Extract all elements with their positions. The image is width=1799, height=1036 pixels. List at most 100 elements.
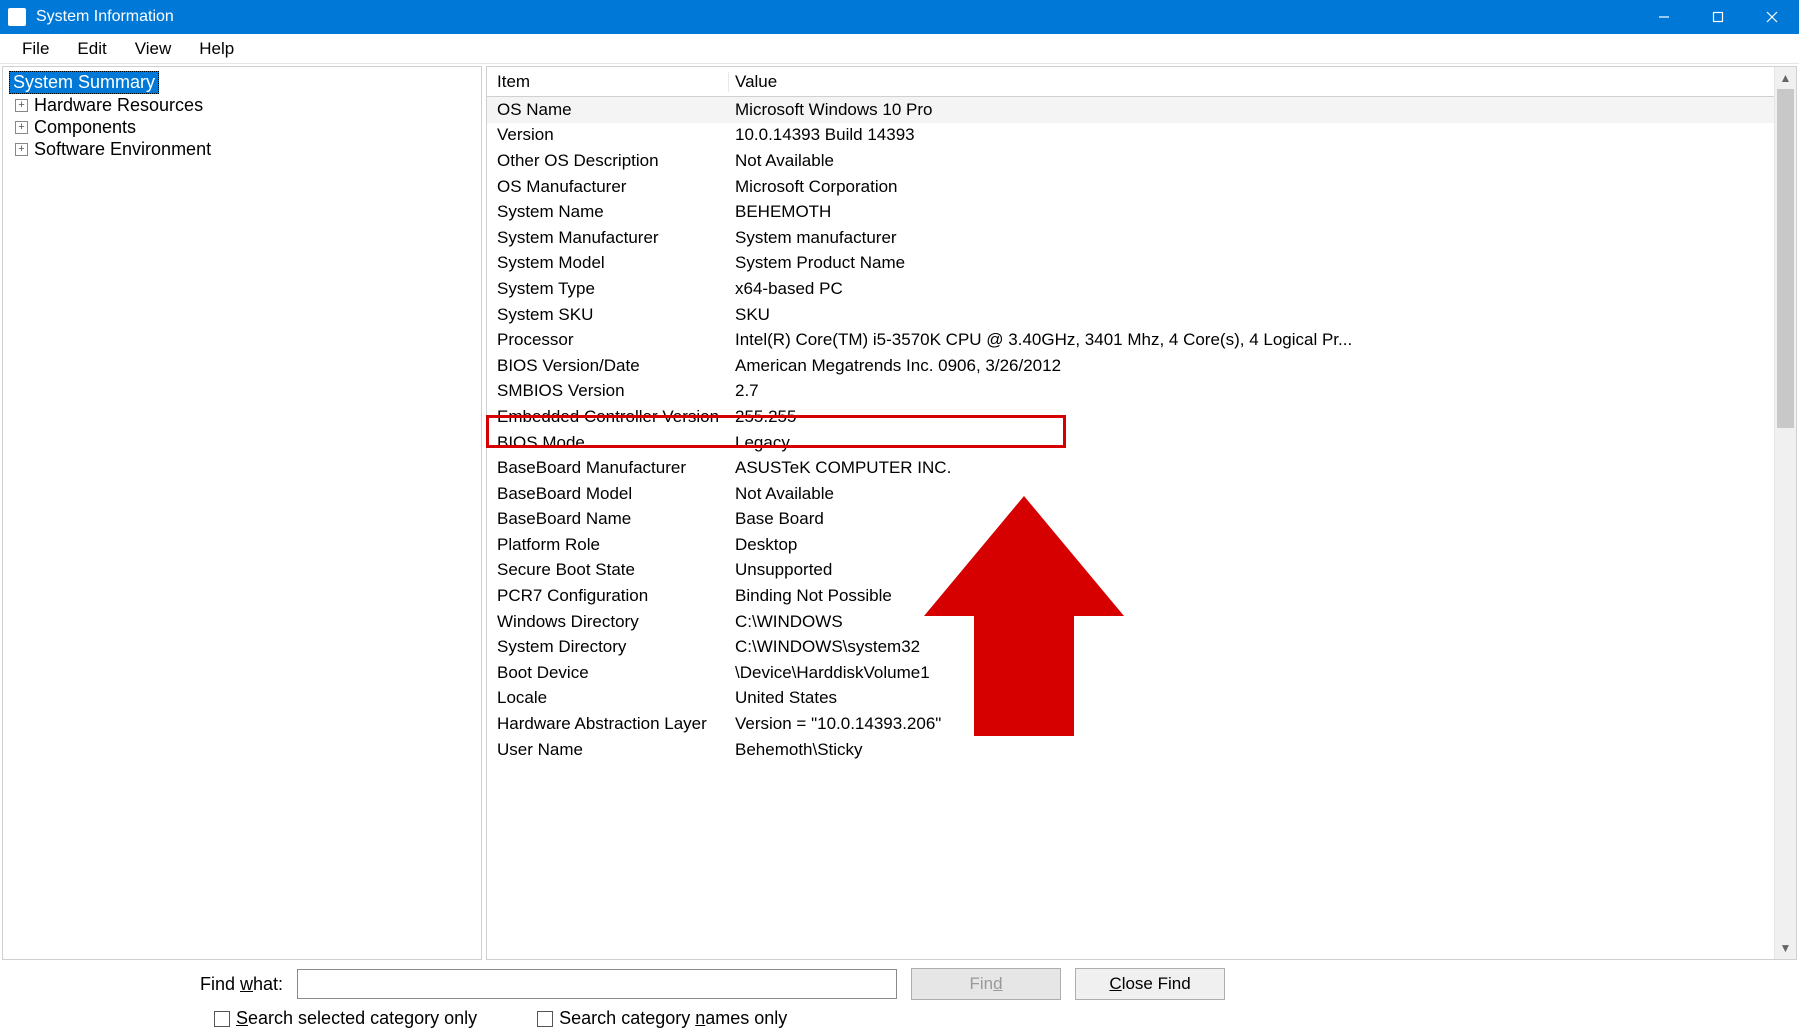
cell-value: Desktop bbox=[729, 535, 1774, 555]
tree-node[interactable]: + Hardware Resources bbox=[15, 95, 475, 116]
find-bar: Find what: Find Close Find Search select… bbox=[0, 962, 1799, 1036]
table-row[interactable]: BaseBoard NameBase Board bbox=[487, 507, 1774, 533]
cell-value: C:\WINDOWS\system32 bbox=[729, 637, 1774, 657]
cell-item: Version bbox=[487, 125, 729, 145]
menu-view[interactable]: View bbox=[121, 35, 186, 63]
table-row[interactable]: Secure Boot StateUnsupported bbox=[487, 558, 1774, 584]
minimize-button[interactable] bbox=[1637, 0, 1691, 34]
cell-value: SKU bbox=[729, 305, 1774, 325]
close-find-button[interactable]: Close Find bbox=[1075, 968, 1225, 1000]
table-row[interactable]: SMBIOS Version2.7 bbox=[487, 379, 1774, 405]
table-row[interactable]: PCR7 ConfigurationBinding Not Possible bbox=[487, 583, 1774, 609]
checkbox-icon bbox=[214, 1011, 230, 1027]
cell-value: C:\WINDOWS bbox=[729, 612, 1774, 632]
table-row[interactable]: BaseBoard ModelNot Available bbox=[487, 481, 1774, 507]
nav-tree[interactable]: System Summary + Hardware Resources + Compo… bbox=[2, 66, 482, 960]
find-label: Find what: bbox=[200, 974, 283, 995]
cell-value: Behemoth\Sticky bbox=[729, 740, 1774, 760]
find-button[interactable]: Find bbox=[911, 968, 1061, 1000]
close-button[interactable] bbox=[1745, 0, 1799, 34]
tree-root-system-summary[interactable]: System Summary bbox=[9, 71, 159, 94]
cell-item: Other OS Description bbox=[487, 151, 729, 171]
table-row[interactable]: System DirectoryC:\WINDOWS\system32 bbox=[487, 634, 1774, 660]
cell-item: System Manufacturer bbox=[487, 228, 729, 248]
tree-node-label: Components bbox=[34, 117, 136, 138]
scroll-thumb[interactable] bbox=[1777, 89, 1794, 428]
cell-item: BaseBoard Name bbox=[487, 509, 729, 529]
checkbox-icon bbox=[537, 1011, 553, 1027]
tree-node[interactable]: + Components bbox=[15, 117, 475, 138]
cell-value: Binding Not Possible bbox=[729, 586, 1774, 606]
menu-help[interactable]: Help bbox=[185, 35, 248, 63]
title-bar: System Information bbox=[0, 0, 1799, 34]
cell-value: \Device\HarddiskVolume1 bbox=[729, 663, 1774, 683]
menu-file[interactable]: File bbox=[8, 35, 63, 63]
cell-value: ASUSTeK COMPUTER INC. bbox=[729, 458, 1774, 478]
table-row[interactable]: LocaleUnited States bbox=[487, 686, 1774, 712]
find-input[interactable] bbox=[297, 969, 897, 999]
table-row[interactable]: Boot Device\Device\HarddiskVolume1 bbox=[487, 660, 1774, 686]
cell-value: Not Available bbox=[729, 151, 1774, 171]
client-area: System Summary + Hardware Resources + Compo… bbox=[0, 64, 1799, 962]
table-row[interactable]: ProcessorIntel(R) Core(TM) i5-3570K CPU … bbox=[487, 327, 1774, 353]
tree-node[interactable]: + Software Environment bbox=[15, 139, 475, 160]
cell-value: System Product Name bbox=[729, 253, 1774, 273]
table-row[interactable]: System ModelSystem Product Name bbox=[487, 251, 1774, 277]
table-row[interactable]: BIOS ModeLegacy bbox=[487, 430, 1774, 456]
cell-value: 2.7 bbox=[729, 381, 1774, 401]
table-row[interactable]: OS ManufacturerMicrosoft Corporation bbox=[487, 174, 1774, 200]
cell-item: Secure Boot State bbox=[487, 560, 729, 580]
table-row[interactable]: System SKUSKU bbox=[487, 302, 1774, 328]
tree-expander-icon[interactable]: + bbox=[15, 121, 28, 134]
cell-item: Locale bbox=[487, 688, 729, 708]
table-row[interactable]: Hardware Abstraction LayerVersion = "10.… bbox=[487, 711, 1774, 737]
search-category-names-checkbox[interactable]: Search category names only bbox=[537, 1008, 787, 1029]
tree-expander-icon[interactable]: + bbox=[15, 143, 28, 156]
table-header[interactable]: Item Value bbox=[487, 67, 1774, 97]
tree-expander-icon[interactable]: + bbox=[15, 99, 28, 112]
cell-item: PCR7 Configuration bbox=[487, 586, 729, 606]
cell-item: Processor bbox=[487, 330, 729, 350]
cell-value: Unsupported bbox=[729, 560, 1774, 580]
cell-item: OS Manufacturer bbox=[487, 177, 729, 197]
cell-item: OS Name bbox=[487, 100, 729, 120]
cell-item: BaseBoard Manufacturer bbox=[487, 458, 729, 478]
table-row[interactable]: BaseBoard ManufacturerASUSTeK COMPUTER I… bbox=[487, 455, 1774, 481]
checkbox-label: Search selected category only bbox=[236, 1008, 477, 1029]
cell-value: x64-based PC bbox=[729, 279, 1774, 299]
search-selected-category-checkbox[interactable]: Search selected category only bbox=[214, 1008, 477, 1029]
table-row[interactable]: Windows DirectoryC:\WINDOWS bbox=[487, 609, 1774, 635]
scroll-down-icon[interactable]: ▼ bbox=[1775, 937, 1796, 959]
table-row[interactable]: OS NameMicrosoft Windows 10 Pro bbox=[487, 97, 1774, 123]
cell-item: System Model bbox=[487, 253, 729, 273]
table-row[interactable]: System ManufacturerSystem manufacturer bbox=[487, 225, 1774, 251]
menu-edit[interactable]: Edit bbox=[63, 35, 120, 63]
table-row[interactable]: BIOS Version/DateAmerican Megatrends Inc… bbox=[487, 353, 1774, 379]
cell-value: System manufacturer bbox=[729, 228, 1774, 248]
cell-item: Platform Role bbox=[487, 535, 729, 555]
scroll-up-icon[interactable]: ▲ bbox=[1775, 67, 1796, 89]
table-row[interactable]: System Typex64-based PC bbox=[487, 276, 1774, 302]
column-value[interactable]: Value bbox=[729, 72, 1774, 92]
scroll-track[interactable] bbox=[1775, 89, 1796, 937]
tree-node-label: Software Environment bbox=[34, 139, 211, 160]
cell-value: United States bbox=[729, 688, 1774, 708]
maximize-button[interactable] bbox=[1691, 0, 1745, 34]
vertical-scrollbar[interactable]: ▲ ▼ bbox=[1774, 67, 1796, 959]
table-row[interactable]: System NameBEHEMOTH bbox=[487, 199, 1774, 225]
column-item[interactable]: Item bbox=[487, 72, 729, 92]
app-icon bbox=[8, 8, 26, 26]
cell-value: 255.255 bbox=[729, 407, 1774, 427]
table-row[interactable]: Embedded Controller Version255.255 bbox=[487, 404, 1774, 430]
cell-value: BEHEMOTH bbox=[729, 202, 1774, 222]
cell-value: Microsoft Corporation bbox=[729, 177, 1774, 197]
table-row[interactable]: User NameBehemoth\Sticky bbox=[487, 737, 1774, 763]
cell-value: Microsoft Windows 10 Pro bbox=[729, 100, 1774, 120]
info-table: Item Value OS NameMicrosoft Windows 10 P… bbox=[487, 67, 1774, 959]
table-row[interactable]: Version10.0.14393 Build 14393 bbox=[487, 123, 1774, 149]
cell-item: System Type bbox=[487, 279, 729, 299]
table-row[interactable]: Platform RoleDesktop bbox=[487, 532, 1774, 558]
table-row[interactable]: Other OS DescriptionNot Available bbox=[487, 148, 1774, 174]
tree-node-label: Hardware Resources bbox=[34, 95, 203, 116]
cell-value: Not Available bbox=[729, 484, 1774, 504]
